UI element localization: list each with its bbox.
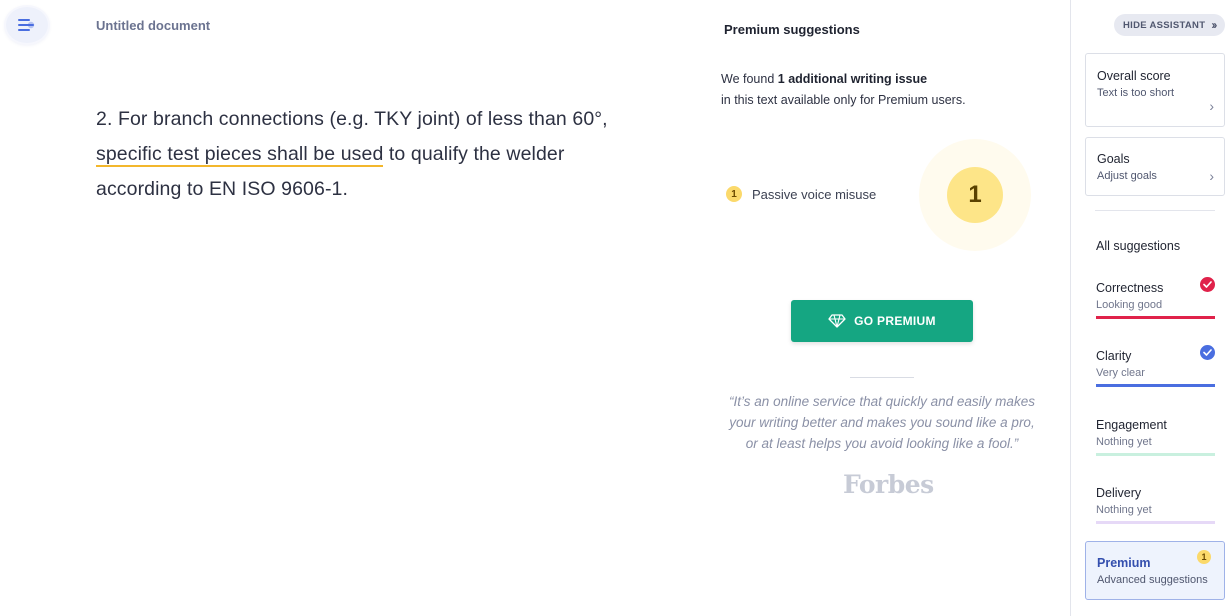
issue-total-count: 1 xyxy=(947,167,1003,223)
premium-card[interactable]: Premium Advanced suggestions 1 xyxy=(1085,541,1225,600)
goals-title: Goals xyxy=(1097,152,1130,166)
chevron-right-icon: › xyxy=(1209,168,1214,184)
premium-title: Premium xyxy=(1097,556,1151,570)
premium-count-badge: 1 xyxy=(1197,550,1211,564)
go-premium-label: GO PREMIUM xyxy=(854,314,936,328)
category-name: Engagement xyxy=(1096,418,1167,432)
category-status: Very clear xyxy=(1096,367,1145,379)
go-premium-button[interactable]: GO PREMIUM xyxy=(791,300,973,342)
category-name: Clarity xyxy=(1096,349,1132,363)
found-issues-subtext: in this text available only for Premium … xyxy=(721,93,966,107)
category-name: Correctness xyxy=(1096,281,1164,295)
testimonial-quote: “It’s an online service that quickly and… xyxy=(716,391,1048,454)
category-status: Looking good xyxy=(1096,299,1163,311)
editor-text-before: 2. For branch connections (e.g. TKY join… xyxy=(96,108,608,130)
category-status: Nothing yet xyxy=(1096,436,1152,448)
category-bar xyxy=(1096,316,1215,319)
category-engagement[interactable]: Engagement Nothing yet xyxy=(1096,418,1215,456)
overall-score-card[interactable]: Overall score Text is too short › xyxy=(1085,53,1225,127)
highlighted-issue[interactable]: specific test pieces shall be used xyxy=(96,143,384,167)
category-bar xyxy=(1096,521,1215,524)
forbes-logo: Forbes xyxy=(843,470,934,499)
issue-label: Passive voice misuse xyxy=(752,186,877,202)
category-bar xyxy=(1096,384,1215,387)
double-chevron-right-icon: ›› xyxy=(1211,18,1217,32)
category-name: Delivery xyxy=(1096,486,1142,500)
issue-row: 1 Passive voice misuse xyxy=(726,186,876,202)
found-issues-text: We found 1 additional writing issue xyxy=(721,72,927,86)
category-status: Nothing yet xyxy=(1096,504,1152,516)
sidebar-divider xyxy=(1095,210,1215,211)
category-bar xyxy=(1096,453,1215,456)
check-icon xyxy=(1200,277,1215,292)
issue-count-badge: 1 xyxy=(726,186,742,202)
check-icon xyxy=(1200,345,1215,360)
found-prefix: We found xyxy=(721,72,778,86)
hide-assistant-button[interactable]: HIDE ASSISTANT ›› xyxy=(1114,14,1225,36)
all-suggestions-heading[interactable]: All suggestions xyxy=(1096,239,1180,253)
overall-score-subtitle: Text is too short xyxy=(1097,87,1175,99)
divider xyxy=(850,377,914,378)
editor-text-area[interactable]: 2. For branch connections (e.g. TKY join… xyxy=(96,102,616,207)
menu-button[interactable] xyxy=(6,7,48,43)
document-title[interactable]: Untitled document xyxy=(96,18,210,33)
hide-assistant-label: HIDE ASSISTANT xyxy=(1123,19,1206,31)
quote-line: your writing better and makes you sound … xyxy=(729,415,1035,430)
category-clarity[interactable]: Clarity Very clear xyxy=(1096,345,1215,387)
quote-line: or at least helps you avoid looking like… xyxy=(745,436,1019,451)
chevron-right-icon: › xyxy=(1209,98,1214,114)
premium-subtitle: Advanced suggestions xyxy=(1097,574,1208,586)
menu-icon xyxy=(18,19,35,31)
category-delivery[interactable]: Delivery Nothing yet xyxy=(1096,486,1215,524)
goals-card[interactable]: Goals Adjust goals › xyxy=(1085,137,1225,196)
panel-title: Premium suggestions xyxy=(724,22,860,37)
overall-score-title: Overall score xyxy=(1097,69,1171,83)
issue-total-circle: 1 xyxy=(919,139,1031,251)
found-count-text: 1 additional writing issue xyxy=(777,72,928,86)
category-correctness[interactable]: Correctness Looking good xyxy=(1096,277,1215,319)
quote-line: “It’s an online service that quickly and… xyxy=(729,394,1035,409)
goals-subtitle: Adjust goals xyxy=(1097,170,1157,182)
diamond-icon xyxy=(828,314,846,328)
